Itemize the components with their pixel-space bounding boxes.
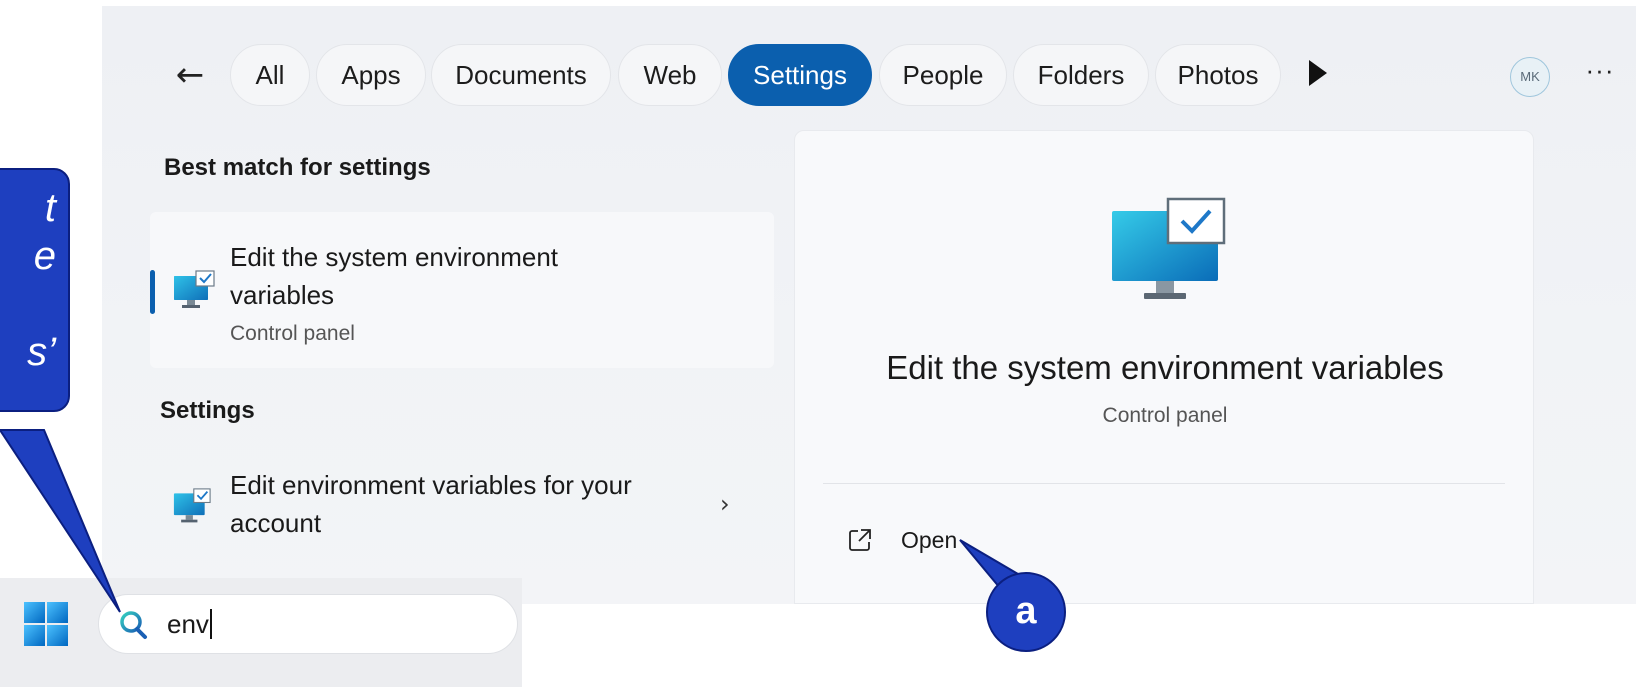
annotation-pointers (0, 429, 1020, 613)
annotation-badge-a: a (986, 572, 1066, 652)
callout-pointer (0, 429, 121, 613)
